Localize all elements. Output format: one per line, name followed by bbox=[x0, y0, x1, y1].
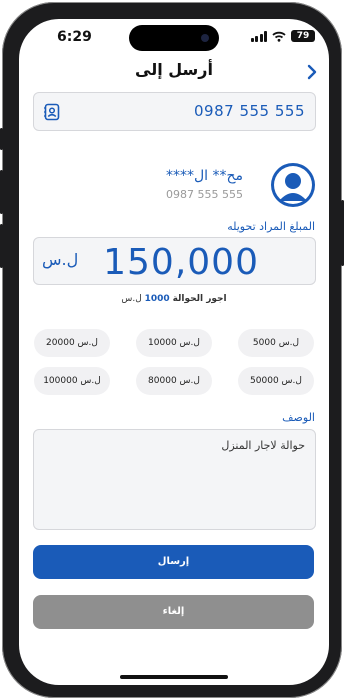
status-time: 6:29 bbox=[57, 29, 92, 45]
chevron-right-icon[interactable] bbox=[303, 63, 321, 81]
status-icons: 79 bbox=[250, 30, 315, 42]
quick-amount-chip[interactable]: 50000 ل.س bbox=[238, 367, 314, 395]
cancel-button[interactable]: إلغاء bbox=[33, 595, 314, 629]
wifi-icon bbox=[272, 31, 286, 42]
description-value: حوالة لاجار المنزل bbox=[221, 439, 305, 452]
app-screen: 6:29 79 أرسل إلى 0987 555 555 مح** ال***… bbox=[19, 19, 329, 685]
fee-currency: ل.س bbox=[121, 294, 142, 304]
description-textarea[interactable]: حوالة لاجار المنزل bbox=[33, 429, 316, 530]
recipient-phone: 0987 555 555 bbox=[166, 188, 243, 201]
fee-amount: 1000 bbox=[144, 294, 170, 304]
quick-amount-chip[interactable]: 80000 ل.س bbox=[136, 367, 212, 395]
amount-value: 150,000 bbox=[103, 242, 259, 283]
amount-currency: ل.س bbox=[42, 250, 79, 269]
volume-up-button bbox=[0, 170, 3, 214]
user-icon bbox=[274, 166, 312, 204]
description-label: الوصف bbox=[282, 411, 315, 424]
status-bar: 6:29 79 bbox=[19, 19, 329, 59]
amount-input[interactable]: 150,000 ل.س bbox=[33, 237, 316, 285]
recipient-phone-input[interactable]: 0987 555 555 bbox=[33, 92, 316, 131]
send-button[interactable]: إرسال bbox=[33, 545, 314, 579]
fee-label: اجور الحوالة bbox=[172, 294, 227, 304]
phone-number-value: 0987 555 555 bbox=[194, 102, 305, 120]
contacts-icon[interactable] bbox=[43, 103, 61, 121]
quick-amount-chip[interactable]: 10000 ل.س bbox=[136, 329, 212, 357]
amount-label: المبلغ المراد تحويله bbox=[227, 220, 315, 233]
recipient-name: مح** ال**** bbox=[165, 168, 243, 184]
volume-down-button bbox=[0, 224, 3, 268]
avatar bbox=[271, 163, 315, 207]
quick-amount-chip[interactable]: 5000 ل.س bbox=[238, 329, 314, 357]
signal-icon bbox=[250, 30, 267, 42]
quick-amount-chip[interactable]: 20000 ل.س bbox=[34, 329, 110, 357]
page-title: أرسل إلى bbox=[135, 60, 213, 79]
phone-frame: 6:29 79 أرسل إلى 0987 555 555 مح** ال***… bbox=[2, 2, 342, 698]
home-indicator[interactable] bbox=[120, 675, 228, 679]
transfer-fee: اجور الحوالة 1000 ل.س bbox=[19, 294, 329, 304]
dynamic-island bbox=[129, 25, 219, 51]
quick-amount-chip[interactable]: 100000 ل.س bbox=[34, 367, 110, 395]
action-button bbox=[0, 128, 3, 150]
camera-icon bbox=[201, 34, 209, 42]
battery-icon: 79 bbox=[291, 30, 315, 42]
